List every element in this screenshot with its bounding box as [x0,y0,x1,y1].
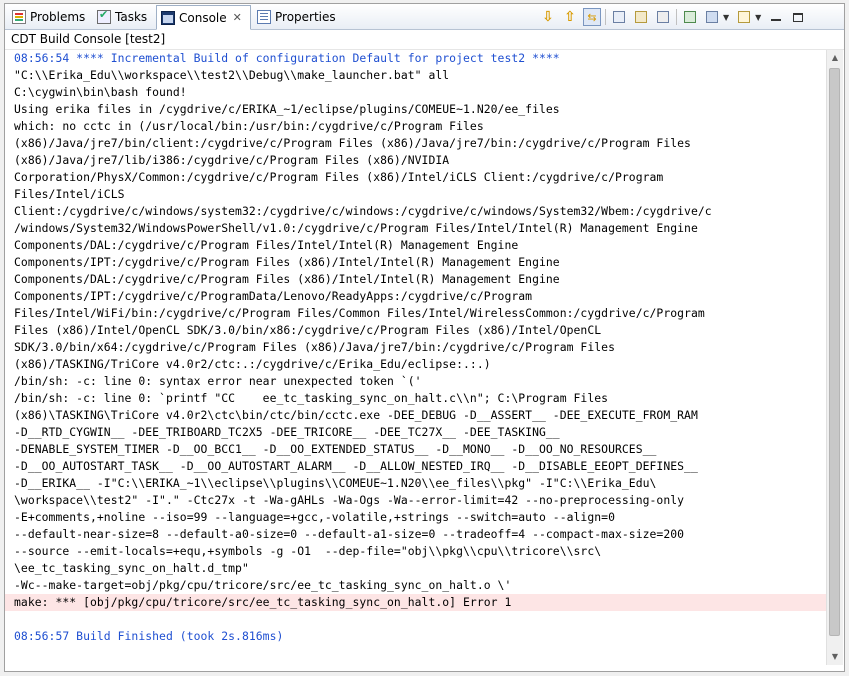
console-line: Corporation/PhysX/Common:/cygdrive/c/Pro… [14,170,664,184]
console-line: -E+comments,+noline --iso=99 --language=… [14,510,615,524]
tab-console[interactable]: Console ✕ [156,5,251,30]
console-line: C:\cygwin\bin\bash found! [14,85,187,99]
tab-properties-label: Properties [275,10,336,24]
console-title: CDT Build Console [test2] [5,30,844,50]
console-toolbar: ⇩ ⇧ ⇆ ▼ ▼ [539,7,811,27]
console-view-window: Problems Tasks Console ✕ Properties ⇩ ⇧ … [4,3,845,672]
chevron-down-icon[interactable]: ▼ [755,13,761,22]
toolbar-separator [676,9,677,25]
console-line: (x86)/TASKING/TriCore v4.0r2/ctc:.:/cygd… [14,357,491,371]
console-line: -D__RTD_CYGWIN__ -DEE_TRIBOARD_TC2X5 -DE… [14,425,560,439]
scroll-up-arrow-icon[interactable]: ▲ [827,50,843,66]
open-console-icon[interactable] [703,8,721,26]
console-line: Components/DAL:/cygdrive/c/Program Files… [14,272,560,286]
remove-launch-icon[interactable] [654,8,672,26]
console-line: /windows/System32/WindowsPowerShell/v1.0… [14,221,698,235]
problems-icon [12,10,26,24]
tab-problems-label: Problems [30,10,86,24]
console-line: -DENABLE_SYSTEM_TIMER -D__OO_BCC1__ -D__… [14,442,657,456]
tasks-icon [97,8,111,24]
tab-tasks[interactable]: Tasks [93,6,151,28]
console-output[interactable]: 08:56:54 **** Incremental Build of confi… [5,50,826,665]
console-line: "C:\\Erika_Edu\\workspace\\test2\\Debug\… [14,68,450,82]
console-line: Files/Intel/WiFi/bin:/cygdrive/c/Program… [14,306,705,320]
console-line: -D__ERIKA__ -I"C:\\ERIKA_~1\\eclipse\\pl… [14,476,657,490]
console-line: Client:/cygdrive/c/windows/system32:/cyg… [14,204,712,218]
minimize-icon[interactable] [767,8,785,26]
console-line: (x86)/Java/jre7/bin/client:/cygdrive/c/P… [14,136,691,150]
console-line: Components/IPT:/cygdrive/c/Program Files… [14,255,560,269]
maximize-icon[interactable] [789,8,807,26]
tab-tasks-label: Tasks [115,10,148,24]
console-line: (x86)\TASKING\TriCore v4.0r2\ctc\bin/ctc… [14,408,698,422]
console-line: which: no cctc in (/usr/local/bin:/usr/b… [14,119,484,133]
console-line: --default-near-size=8 --default-a0-size=… [14,527,685,541]
vertical-scrollbar[interactable]: ▲ ▼ [826,50,843,665]
console-line: -Wc--make-target=obj/pkg/cpu/tricore/src… [14,578,512,592]
tab-console-label: Console [179,10,227,25]
console-line: \ee_tc_tasking_sync_on_halt.d_tmp" [14,561,249,575]
tab-problems[interactable]: Problems [8,6,89,28]
console-line: 08:56:54 **** Incremental Build of confi… [14,51,560,65]
console-icon [161,10,175,25]
pin-console-icon[interactable] [632,8,650,26]
console-line: 08:56:57 Build Finished (took 2s.816ms) [14,629,284,643]
console-line: /bin/sh: -c: line 0: syntax error near u… [14,374,422,388]
console-line: /bin/sh: -c: line 0: `printf "CC ee_tc_t… [14,391,609,405]
scroll-down-arrow-icon[interactable]: ▼ [827,649,843,665]
console-line: Components/DAL:/cygdrive/c/Program Files… [14,238,519,252]
scroll-up-icon[interactable]: ⇧ [561,8,579,26]
scroll-down-icon[interactable]: ⇩ [539,8,557,26]
chevron-down-icon[interactable]: ▼ [723,13,729,22]
new-console-icon[interactable] [735,8,753,26]
close-icon[interactable]: ✕ [233,11,242,24]
console-line: -D__OO_AUTOSTART_TASK__ -D__OO_AUTOSTART… [14,459,698,473]
console-error-line: make: *** [obj/pkg/cpu/tricore/src/ee_tc… [5,594,826,611]
scroll-lock-icon[interactable]: ⇆ [583,8,601,26]
tab-properties[interactable]: Properties [253,6,340,28]
toolbar-separator [605,9,606,25]
view-tab-bar: Problems Tasks Console ✕ Properties ⇩ ⇧ … [5,4,844,30]
console-line: (x86)/Java/jre7/lib/i386:/cygdrive/c/Pro… [14,153,450,167]
console-line: Using erika files in /cygdrive/c/ERIKA_~… [14,102,560,116]
clear-console-icon[interactable] [610,8,628,26]
scrollbar-thumb[interactable] [829,68,840,636]
console-line: Files (x86)/Intel/OpenCL SDK/3.0/bin/x86… [14,323,602,337]
properties-icon [257,10,271,24]
console-line: SDK/3.0/bin/x64:/cygdrive/c/Program File… [14,340,615,354]
console-line: Files/Intel/iCLS [14,187,125,201]
display-selected-console-icon[interactable] [681,8,699,26]
console-line: \workspace\\test2" -I"." -Ctc27x -t -Wa-… [14,493,685,507]
console-line: --source --emit-locals=+equ,+symbols -g … [14,544,602,558]
console-line: Components/IPT:/cygdrive/c/ProgramData/L… [14,289,533,303]
